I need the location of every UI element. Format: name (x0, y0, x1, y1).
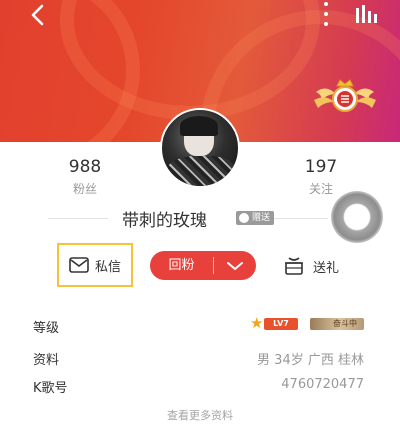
k-song-id-key: K歌号 (33, 381, 68, 396)
vip-wings-badge[interactable] (312, 72, 378, 120)
crown-wings-icon (314, 79, 376, 112)
floating-assistive-button[interactable] (331, 191, 383, 243)
chevron-down-icon (227, 261, 243, 270)
send-gift-label: 送礼 (313, 260, 340, 276)
more-vertical-icon-dot (324, 12, 328, 16)
private-message-button[interactable]: 私信 (57, 243, 133, 287)
more-vertical-icon-dot (324, 22, 328, 26)
private-message-label: 私信 (94, 259, 121, 275)
following-count: 197 (304, 157, 338, 177)
avatar-shirt (166, 156, 238, 186)
level-badge[interactable]: ★ LV7 (250, 314, 298, 332)
follow-dropdown-toggle[interactable] (214, 261, 256, 271)
k-song-id-value: 4760720477 (281, 377, 364, 392)
user-avatar[interactable] (160, 108, 240, 188)
envelope-icon (69, 257, 89, 273)
avatar-hair (180, 116, 218, 136)
gift-box-icon (285, 257, 303, 275)
profile-key: 资料 (33, 353, 60, 368)
follow-back-label: 回粉 (150, 257, 214, 274)
profile-value: 男 34岁 广西 桂林 (257, 353, 364, 368)
fans-stat[interactable]: 988 粉丝 (45, 157, 125, 197)
bar-chart-icon (356, 5, 377, 23)
divider-right (268, 218, 328, 219)
back-button[interactable] (30, 4, 60, 32)
level-key: 等级 (33, 321, 60, 336)
follow-back-button[interactable]: 回粉 (150, 251, 256, 280)
k-song-id-row[interactable]: K歌号 4760720477 (0, 373, 400, 397)
send-gift-button[interactable]: 送礼 (284, 253, 354, 279)
level-row[interactable]: 等级 ★ LV7 奋斗中 (0, 313, 400, 337)
more-options-button[interactable] (318, 2, 334, 26)
chevron-left-icon (31, 4, 44, 26)
view-more-profile-link[interactable]: 查看更多资料 (0, 407, 400, 423)
level-badge-text: LV7 (264, 318, 298, 330)
profile-info-row[interactable]: 资料 男 34岁 广西 桂林 (0, 345, 400, 369)
fans-count: 988 (68, 157, 102, 177)
star-icon: ★ (250, 314, 264, 332)
fans-label: 粉丝 (72, 182, 97, 196)
divider-left (48, 218, 108, 219)
more-vertical-icon (324, 2, 328, 6)
username: 带刺的玫瑰 (122, 211, 207, 231)
ranking-button[interactable] (355, 5, 379, 23)
gift-tag-label: 赠送 (252, 213, 271, 223)
gift-tag-icon (239, 213, 249, 223)
gift-tag-badge[interactable]: 赠送 (236, 211, 275, 225)
rank-badge[interactable]: 奋斗中 (310, 318, 364, 330)
